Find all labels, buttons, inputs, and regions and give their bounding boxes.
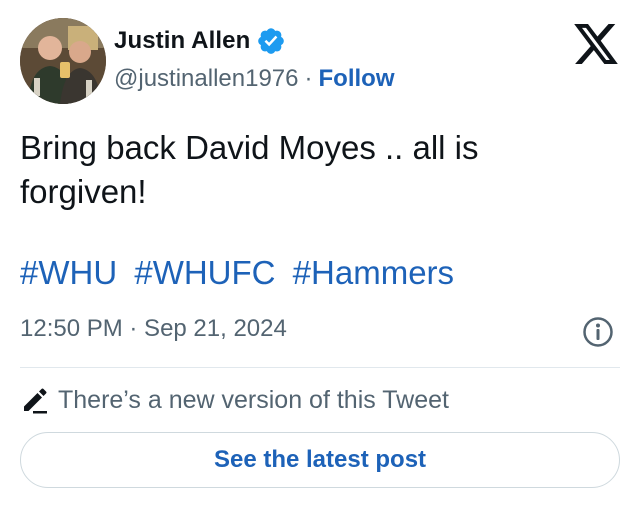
hashtag-whufc[interactable]: #WHUFC xyxy=(134,254,275,291)
author-display-name[interactable]: Justin Allen xyxy=(114,27,250,55)
edit-notice: There’s a new version of this Tweet xyxy=(20,385,449,415)
info-icon[interactable] xyxy=(582,316,614,348)
verified-badge-icon xyxy=(258,28,285,54)
divider xyxy=(20,367,620,368)
author-handle-row: @justinallen1976 · Follow xyxy=(114,65,394,93)
tweet-embed-card: Justin Allen @justinallen1976 · Follow B… xyxy=(0,0,640,520)
hashtag-whu[interactable]: #WHU xyxy=(20,254,117,291)
author-name-row: Justin Allen xyxy=(114,26,286,56)
see-latest-post-button[interactable]: See the latest post xyxy=(20,432,620,488)
pencil-icon xyxy=(24,388,47,414)
avatar[interactable] xyxy=(20,18,106,104)
avatar-photo xyxy=(20,18,106,104)
x-logo-icon[interactable] xyxy=(574,24,618,64)
author-handle[interactable]: @justinallen1976 xyxy=(114,65,299,93)
edit-notice-text: There’s a new version of this Tweet xyxy=(58,385,449,414)
hashtag-hammers[interactable]: #Hammers xyxy=(293,254,454,291)
follow-button[interactable]: Follow xyxy=(319,65,395,93)
separator-dot: · xyxy=(304,65,313,92)
hashtag-list: #WHU #WHUFC #Hammers xyxy=(20,254,462,292)
tweet-text: Bring back David Moyes .. all is forgive… xyxy=(20,129,479,210)
tweet-timestamp[interactable]: 12:50 PM · Sep 21, 2024 xyxy=(20,315,287,343)
